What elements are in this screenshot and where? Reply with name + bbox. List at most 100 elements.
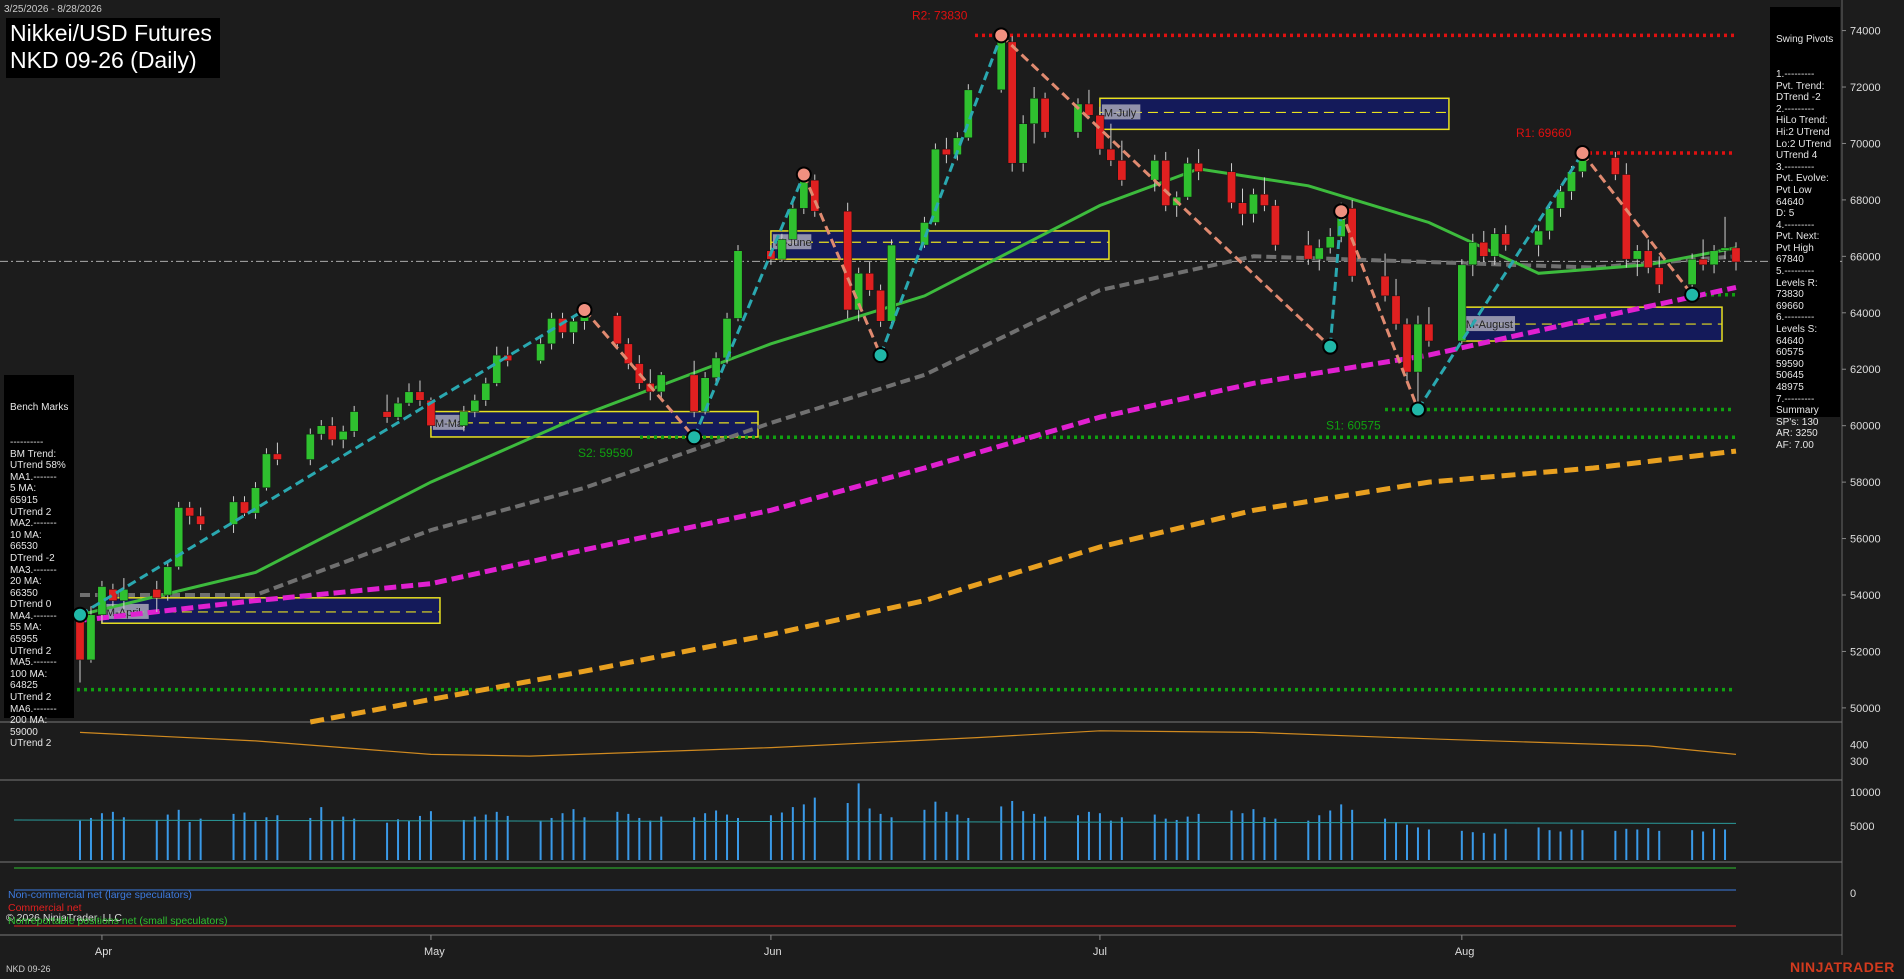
candle-body <box>1183 162 1193 198</box>
atr-line <box>79 730 1737 757</box>
candle-body <box>1632 250 1642 260</box>
candle-body <box>393 402 403 418</box>
swing-pivots-line: 1.--------- <box>1776 68 1815 80</box>
candle-body <box>777 239 787 260</box>
candle-body <box>1709 250 1719 266</box>
swing-pivots-line: AR: 3250 <box>1776 428 1818 440</box>
benchmarks-line: BM Trend: <box>10 448 57 460</box>
swing-pivots-line: Lo:2 UTrend <box>1776 138 1832 150</box>
candle-body <box>1271 205 1280 246</box>
swing-pivots-line: 4.--------- <box>1776 219 1815 231</box>
candle-body <box>1106 148 1116 161</box>
candle-body <box>349 411 359 432</box>
candle-body <box>1117 160 1127 181</box>
candlesticks <box>75 36 1741 683</box>
benchmarks-line: MA4.------- <box>10 610 57 622</box>
date-tick-label: Apr <box>95 946 112 958</box>
price-tick-label: 68000 <box>1850 195 1881 207</box>
title-contract: NKD 09-26 (Daily) <box>10 47 197 73</box>
candle-body <box>623 343 633 364</box>
swing-low-marker <box>1409 401 1426 418</box>
candle-body <box>1194 162 1204 172</box>
swing-high-marker <box>1574 145 1591 162</box>
legend-large-speculators: Non-commercial net (large speculators) <box>8 889 192 901</box>
candle-body <box>1029 98 1039 124</box>
candle-body <box>996 41 1006 91</box>
candle-body <box>327 425 337 441</box>
candle-body <box>152 589 162 599</box>
candle-body <box>404 391 414 404</box>
swing-line <box>692 173 806 438</box>
value-box <box>430 410 759 438</box>
price-tick-label: 64000 <box>1850 308 1881 320</box>
candle-body <box>1303 244 1313 260</box>
price-tick-label: 74000 <box>1850 26 1881 38</box>
candle-body <box>1084 103 1094 116</box>
benchmarks-line: 20 MA: <box>10 576 42 588</box>
candle-body <box>1534 230 1543 246</box>
candle-body <box>941 148 951 156</box>
candle-body <box>382 411 392 418</box>
benchmarks-line: UTrend 58% <box>10 460 66 472</box>
benchmarks-line: 65915 <box>10 494 38 506</box>
swing-pivots-line: Pvt. Next: <box>1776 231 1820 243</box>
candle-body <box>415 391 425 401</box>
candle-body <box>1402 323 1412 373</box>
benchmarks-line: DTrend 0 <box>10 599 52 611</box>
swing-pivots-line: 6.--------- <box>1776 312 1815 324</box>
candle-body <box>1161 160 1171 206</box>
benchmarks-line: UTrend 2 <box>10 506 52 518</box>
swing-line <box>802 173 882 356</box>
swing-pivots-line: HiLo Trend: <box>1776 115 1828 127</box>
price-tick-label: 56000 <box>1850 534 1881 546</box>
candle-body <box>931 148 940 223</box>
candle-body <box>1698 258 1708 266</box>
swing-pivots-line: 73830 <box>1776 289 1804 301</box>
benchmarks-line: 66350 <box>10 587 38 599</box>
benchmarks-line: MA3.------- <box>10 564 57 576</box>
value-box <box>1099 97 1450 131</box>
date-tick-label: May <box>424 946 445 958</box>
candle-body <box>1501 233 1511 246</box>
swing-pivots-line: DTrend -2 <box>1776 92 1821 104</box>
candle-body <box>481 383 491 401</box>
benchmarks-line: MA2.------- <box>10 518 57 530</box>
swing-pivots-line: AF: 7.00 <box>1776 439 1814 451</box>
value-box-label: M-July <box>1104 107 1137 119</box>
swing-pivots-line: 7.--------- <box>1776 393 1815 405</box>
swing-high-marker <box>993 27 1010 44</box>
ninjatrader-logo: NINJATRADER <box>1790 959 1895 975</box>
candle-body <box>273 453 282 460</box>
candle-body <box>1249 194 1258 215</box>
candle-body <box>305 433 315 460</box>
swing-pivots-line: 5.--------- <box>1776 266 1815 278</box>
price-tick-label: 58000 <box>1850 477 1881 489</box>
benchmarks-line: 64825 <box>10 680 38 692</box>
swing-line <box>1416 152 1584 411</box>
benchmarks-line: 200 MA: <box>10 715 48 727</box>
date-tick-label: Jul <box>1093 946 1107 958</box>
swing-pivots-line: 64640 <box>1776 196 1804 208</box>
candle-body <box>1227 171 1236 203</box>
atr-tick-label: 400 <box>1850 739 1868 751</box>
swing-pivots-title: Swing Pivots <box>1776 34 1834 46</box>
volume-tick-label: 5000 <box>1850 821 1874 833</box>
candle-body <box>1424 323 1434 342</box>
candle-body <box>163 566 173 596</box>
candle-body <box>788 208 798 240</box>
benchmarks-line: MA6.------- <box>10 703 57 715</box>
price-tick-label: 50000 <box>1850 703 1881 715</box>
candle-body <box>1150 160 1160 181</box>
benchmarks-title: Bench Marks <box>10 402 69 414</box>
swing-low-marker <box>1684 286 1701 303</box>
price-chart[interactable]: M-AprilM-MayM-JuneM-JulyM-August R2: 738… <box>0 0 1904 979</box>
candle-body <box>1490 233 1500 257</box>
candle-body <box>876 289 885 322</box>
candle-body <box>1643 250 1653 268</box>
candle-body <box>1731 247 1741 263</box>
benchmarks-line: UTrend 2 <box>10 692 52 704</box>
swing-high-marker <box>576 301 593 318</box>
candle-body <box>1720 247 1730 251</box>
candle-body <box>733 250 743 319</box>
swing-pivots-lines: 1.--------- Pvt. Trend: DTrend -2 2.-------… <box>1776 69 1834 452</box>
